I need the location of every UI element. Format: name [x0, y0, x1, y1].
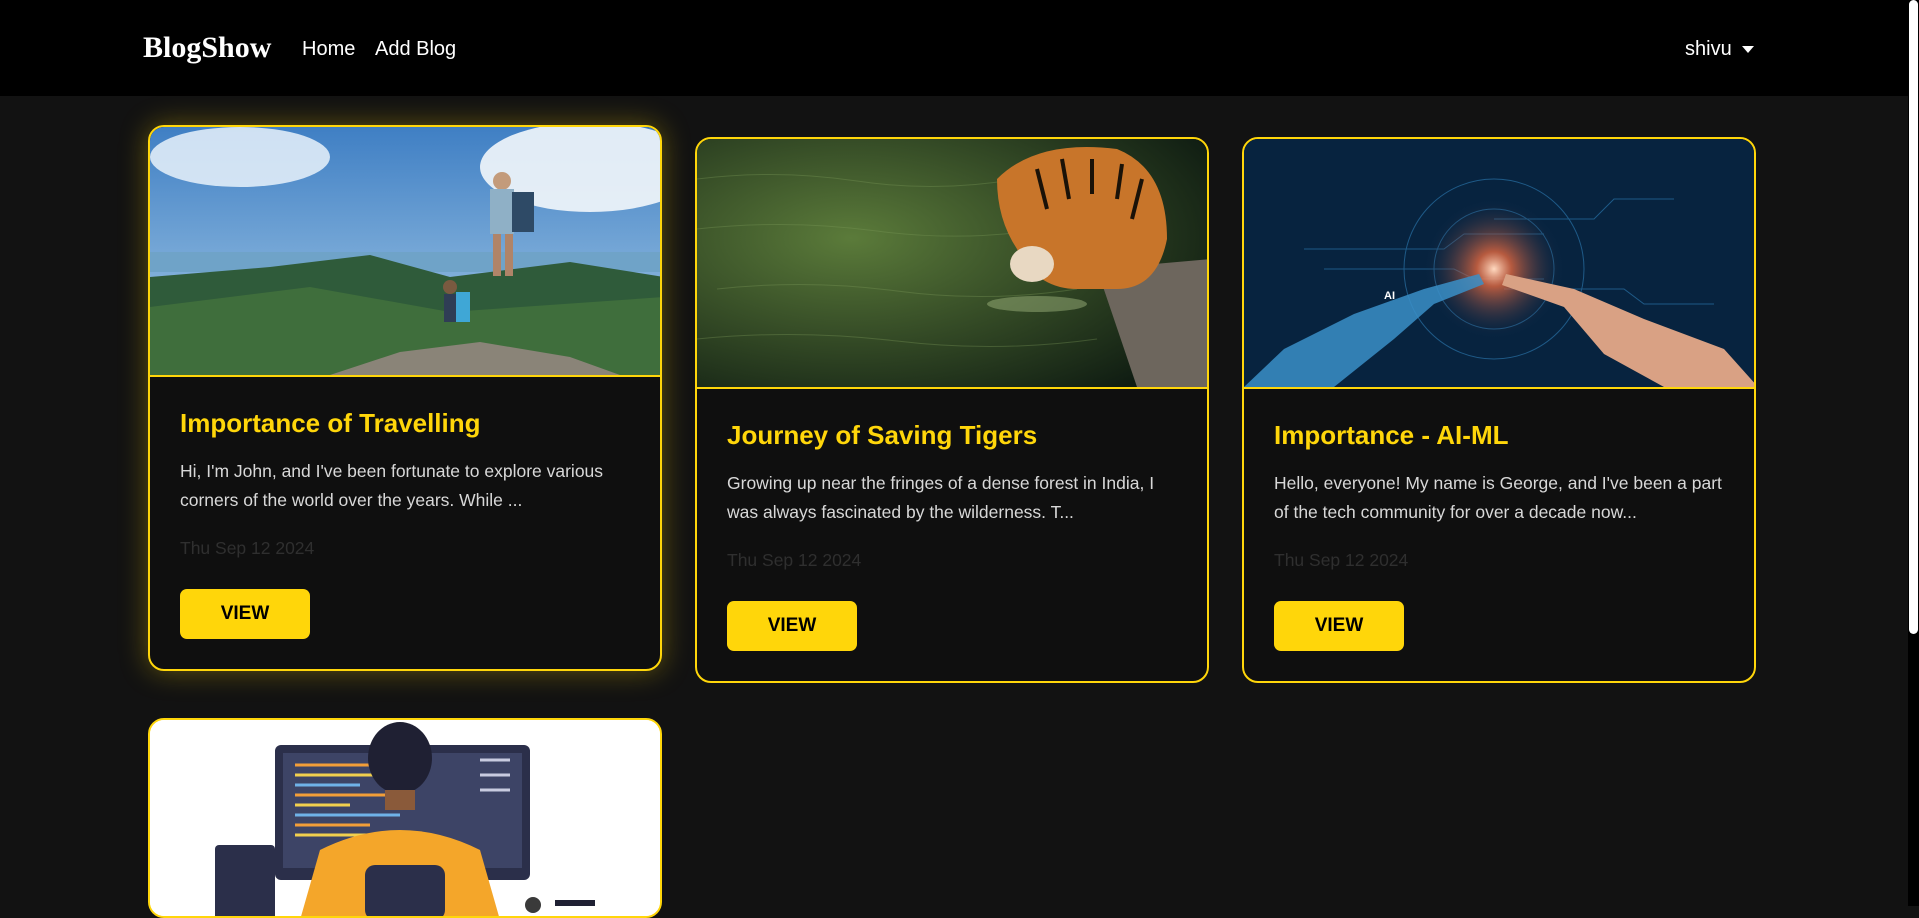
navbar: BlogShow Home Add Blog shivu — [0, 0, 1919, 96]
nav-add-blog-link[interactable]: Add Blog — [375, 36, 456, 62]
travel-hikers-image — [150, 127, 660, 377]
brand-logo[interactable]: BlogShow — [143, 30, 271, 66]
user-name: shivu — [1685, 38, 1732, 60]
view-button[interactable]: VIEW — [727, 601, 857, 651]
blog-title: Journey of Saving Tigers — [727, 420, 1038, 450]
blog-excerpt: Growing up near the fringes of a dense f… — [727, 473, 1155, 522]
tiger-drinking-image — [697, 139, 1207, 389]
blog-title: Importance of Travelling — [180, 408, 481, 438]
scrollbar-thumb[interactable] — [1909, 0, 1918, 634]
scrollbar-track[interactable] — [1908, 0, 1919, 906]
blog-card: Journey of Saving Tigers Growing up near… — [695, 137, 1209, 683]
caret-down-icon — [1741, 45, 1754, 53]
ai-image-label: AI — [1384, 290, 1395, 302]
nav-home-link[interactable]: Home — [302, 36, 355, 62]
blog-excerpt: Hello, everyone! My name is George, and … — [1274, 473, 1722, 522]
blog-card: AI Importance - AI-ML Hello, everyone! M… — [1242, 137, 1756, 683]
blog-card — [148, 718, 662, 918]
view-button[interactable]: VIEW — [180, 589, 310, 639]
blog-date: Thu Sep 12 2024 — [180, 538, 315, 558]
user-dropdown[interactable]: shivu — [1685, 36, 1754, 62]
view-button[interactable]: VIEW — [1274, 601, 1404, 651]
blog-card: Importance of Travelling Hi, I'm John, a… — [148, 125, 662, 671]
blog-excerpt: Hi, I'm John, and I've been fortunate to… — [180, 461, 604, 510]
blog-title: Importance - AI-ML — [1274, 420, 1509, 450]
programmer-illustration-image — [150, 720, 660, 916]
ai-hand-touch-image: AI — [1244, 139, 1754, 389]
blog-date: Thu Sep 12 2024 — [727, 550, 862, 570]
blog-date: Thu Sep 12 2024 — [1274, 550, 1409, 570]
